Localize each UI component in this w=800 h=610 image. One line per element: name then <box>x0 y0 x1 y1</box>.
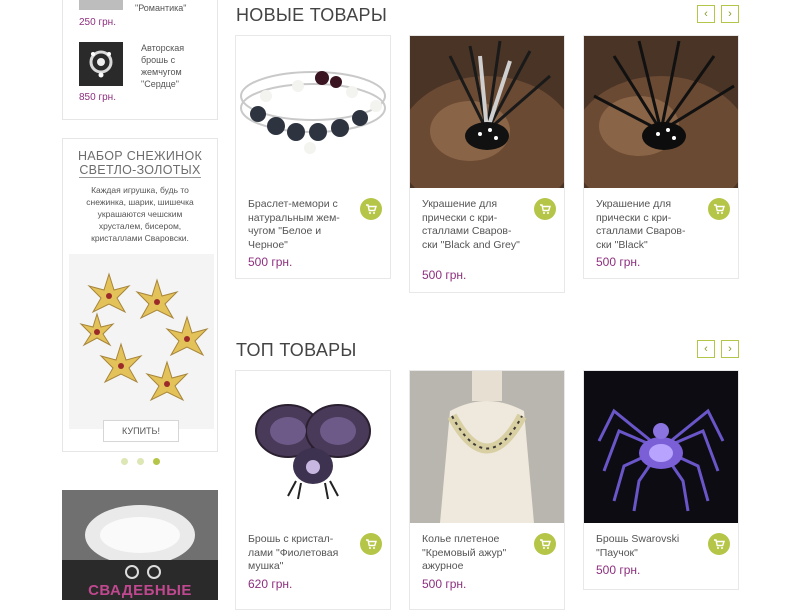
chevron-left-icon: ‹ <box>704 7 708 20</box>
product-price: 500 грн. <box>248 255 293 269</box>
product-card[interactable]: Браслет-мемори с натуральным жем-чугом "… <box>235 35 391 279</box>
cart-icon <box>540 204 551 214</box>
next-button[interactable]: › <box>721 340 739 358</box>
product-price: 500 грн. <box>596 563 641 577</box>
product-price: 500 грн. <box>422 268 467 282</box>
product-name[interactable]: Брошь с кристал-лами "Фиолетовая мушка" <box>248 533 352 574</box>
mini-product-price: 250 грн. <box>79 17 116 28</box>
prev-button[interactable]: ‹ <box>697 5 715 23</box>
cart-icon <box>366 539 377 549</box>
cart-icon <box>540 539 551 549</box>
product-thumbnail[interactable] <box>79 42 123 86</box>
add-to-cart-button[interactable] <box>360 533 382 555</box>
buy-button[interactable]: КУПИТЬ! <box>103 420 179 442</box>
add-to-cart-button[interactable] <box>534 198 556 220</box>
product-card[interactable]: Брошь с кристал-лами "Фиолетовая мушка" … <box>235 370 391 610</box>
carousel-dot[interactable] <box>136 458 144 465</box>
product-card[interactable]: Брошь Swarovski "Паучок" 500 грн. <box>583 370 739 590</box>
promo-title: НАБОР СНЕЖИНОК СВЕТЛО-ЗОЛОТЫХ <box>63 149 217 178</box>
product-name[interactable]: Украшение для прически с кри-сталлами Св… <box>422 198 526 252</box>
add-to-cart-button[interactable] <box>708 533 730 555</box>
snowflakes-image[interactable] <box>69 254 214 429</box>
product-card[interactable]: Колье плетеное "Кремовый ажур" ажурное 5… <box>409 370 565 610</box>
cart-icon <box>714 539 725 549</box>
product-price: 620 грн. <box>248 577 293 591</box>
mini-product-name[interactable]: "Романтика" <box>135 2 186 14</box>
product-thumbnail[interactable] <box>79 0 123 10</box>
product-price: 500 грн. <box>422 577 467 591</box>
add-to-cart-button[interactable] <box>360 198 382 220</box>
product-name[interactable]: Брошь Swarovski "Паучок" <box>596 533 700 560</box>
product-image[interactable] <box>410 36 564 188</box>
product-image[interactable] <box>584 36 738 188</box>
cart-icon <box>714 204 725 214</box>
product-image[interactable] <box>236 371 390 523</box>
product-name[interactable]: Колье плетеное "Кремовый ажур" ажурное <box>422 533 526 574</box>
mini-product-price: 850 грн. <box>79 92 116 103</box>
product-image[interactable] <box>236 36 390 188</box>
cart-icon <box>366 204 377 214</box>
chevron-left-icon: ‹ <box>704 342 708 355</box>
chevron-right-icon: › <box>728 7 732 20</box>
promo-widget: НАБОР СНЕЖИНОК СВЕТЛО-ЗОЛОТЫХ Каждая игр… <box>62 138 218 452</box>
section-title-top: ТОП ТОВАРЫ <box>236 340 357 360</box>
promo-title-line: НАБОР СНЕЖИНОК <box>77 149 203 163</box>
prev-button[interactable]: ‹ <box>697 340 715 358</box>
next-button[interactable]: › <box>721 5 739 23</box>
sidebar-products-widget: "Романтика" 250 грн. Авторская брошь с ж… <box>62 0 218 120</box>
product-image[interactable] <box>410 371 564 523</box>
mini-product-name[interactable]: Авторская брошь с жемчугом "Сердце" <box>141 42 211 90</box>
promo-title-line: СВЕТЛО-ЗОЛОТЫХ <box>79 163 201 178</box>
product-name[interactable]: Украшение для прически с кри-сталлами Св… <box>596 198 700 252</box>
carousel-dot-active[interactable] <box>152 458 160 465</box>
product-card[interactable]: Украшение для прически с кри-сталлами Св… <box>409 35 565 293</box>
add-to-cart-button[interactable] <box>708 198 730 220</box>
product-name[interactable]: Браслет-мемори с натуральным жем-чугом "… <box>248 198 352 252</box>
wedding-banner[interactable]: СВАДЕБНЫЕ <box>62 490 218 600</box>
product-price: 500 грн. <box>596 255 641 269</box>
carousel-dots <box>62 458 218 465</box>
carousel-dot[interactable] <box>120 458 128 465</box>
banner-label: СВАДЕБНЫЕ <box>88 582 192 599</box>
section-title-new: НОВЫЕ ТОВАРЫ <box>236 5 388 25</box>
add-to-cart-button[interactable] <box>534 533 556 555</box>
product-card[interactable]: Украшение для прически с кри-сталлами Св… <box>583 35 739 279</box>
product-image[interactable] <box>584 371 738 523</box>
promo-description: Каждая игрушка, будь то снежинка, шарик,… <box>86 185 194 243</box>
chevron-right-icon: › <box>728 342 732 355</box>
